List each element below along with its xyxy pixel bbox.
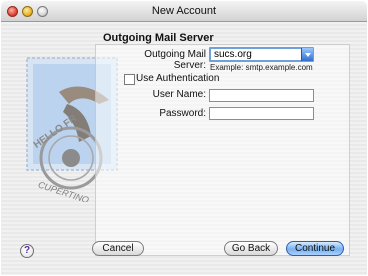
outgoing-server-combobox[interactable]: sucs.org	[209, 47, 314, 62]
use-authentication-checkbox[interactable]	[124, 74, 135, 85]
section-heading: Outgoing Mail Server	[103, 32, 214, 44]
stamp-bottom-text: CUPERTINO	[37, 179, 90, 202]
title-bar: New Account	[1, 1, 367, 22]
continue-button[interactable]: Continue	[286, 241, 344, 256]
chevron-down-icon[interactable]	[301, 48, 313, 61]
password-field[interactable]	[209, 107, 314, 120]
go-back-button[interactable]: Go Back	[224, 241, 278, 256]
cancel-button[interactable]: Cancel	[92, 241, 144, 256]
window-title: New Account	[151, 5, 217, 17]
user-name-label: User Name:	[152, 89, 206, 100]
server-example-text: Example: smtp.example.com	[210, 63, 313, 72]
help-button[interactable]: ?	[20, 244, 34, 258]
use-authentication-label: Use Authentication	[136, 73, 220, 84]
password-label: Password:	[159, 108, 206, 119]
user-name-field[interactable]	[209, 89, 314, 102]
outgoing-server-label: Outgoing Mail Server:	[144, 49, 206, 71]
outgoing-server-value: sucs.org	[214, 49, 252, 60]
new-account-window: New Account HELLO FR CUPERTINO Outgoing …	[0, 0, 368, 276]
